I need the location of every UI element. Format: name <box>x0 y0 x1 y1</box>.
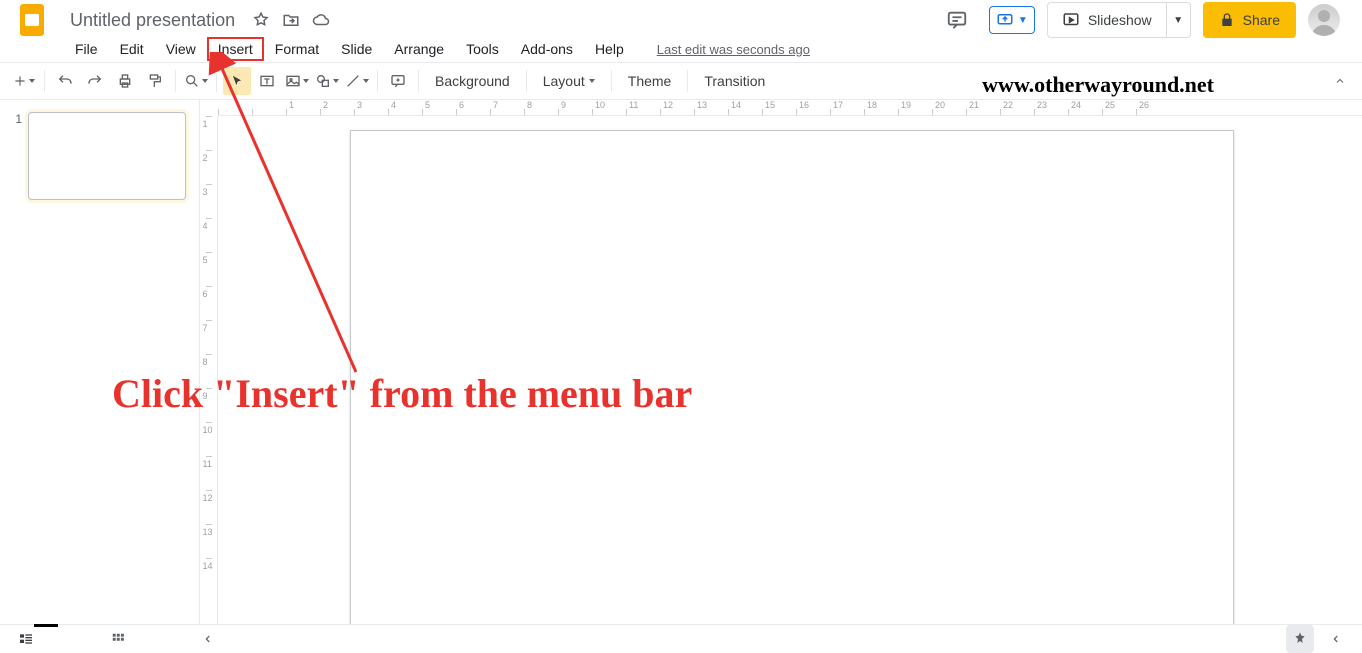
line-tool[interactable] <box>343 67 371 95</box>
menu-edit[interactable]: Edit <box>109 37 155 61</box>
menu-addons[interactable]: Add-ons <box>510 37 584 61</box>
account-avatar[interactable] <box>1308 4 1340 36</box>
undo-button[interactable] <box>51 67 79 95</box>
slideshow-button[interactable]: Slideshow <box>1048 3 1166 37</box>
menu-format[interactable]: Format <box>264 37 330 61</box>
slideshow-dropdown[interactable]: ▼ <box>1166 3 1190 37</box>
paint-format-button[interactable] <box>141 67 169 95</box>
present-to-meeting-button[interactable]: ▼ <box>989 6 1035 34</box>
comment-button[interactable] <box>384 67 412 95</box>
share-button[interactable]: Share <box>1203 2 1296 38</box>
document-title[interactable]: Untitled presentation <box>64 8 241 33</box>
star-icon[interactable] <box>251 10 271 30</box>
filmstrip-view-icon[interactable] <box>10 627 42 651</box>
slide-thumbnail-panel: 1 <box>0 100 200 624</box>
layout-button[interactable]: Layout <box>533 67 605 95</box>
panel-collapse-left-icon[interactable] <box>192 627 224 651</box>
move-to-folder-icon[interactable] <box>281 10 301 30</box>
slideshow-label: Slideshow <box>1088 12 1152 28</box>
collapse-toolbar-icon[interactable] <box>1328 69 1352 93</box>
new-slide-button[interactable] <box>10 67 38 95</box>
vertical-ruler: 1234567891011121314 <box>200 116 218 624</box>
slides-app-icon[interactable] <box>14 2 50 38</box>
print-button[interactable] <box>111 67 139 95</box>
background-button[interactable]: Background <box>425 67 520 95</box>
menu-insert[interactable]: Insert <box>207 37 264 61</box>
slide-canvas-area[interactable]: 1234567891011121314151617181920212223242… <box>200 100 1362 624</box>
select-tool[interactable] <box>223 67 251 95</box>
menu-slide[interactable]: Slide <box>330 37 383 61</box>
slide-thumbnail-1[interactable] <box>28 112 186 200</box>
menu-view[interactable]: View <box>155 37 207 61</box>
zoom-button[interactable] <box>182 67 210 95</box>
cloud-status-icon[interactable] <box>311 10 331 30</box>
thumb-number: 1 <box>8 112 22 200</box>
share-label: Share <box>1243 12 1280 28</box>
shape-tool[interactable] <box>313 67 341 95</box>
theme-button[interactable]: Theme <box>618 67 682 95</box>
horizontal-ruler: 1234567891011121314151617181920212223242… <box>218 100 1362 116</box>
image-tool[interactable] <box>283 67 311 95</box>
menu-arrange[interactable]: Arrange <box>383 37 455 61</box>
menu-help[interactable]: Help <box>584 37 635 61</box>
grid-view-icon[interactable] <box>102 627 134 651</box>
menu-file[interactable]: File <box>64 37 109 61</box>
explore-button[interactable] <box>1286 625 1314 653</box>
menu-tools[interactable]: Tools <box>455 37 510 61</box>
textbox-tool[interactable] <box>253 67 281 95</box>
slide-stage[interactable] <box>350 130 1234 626</box>
redo-button[interactable] <box>81 67 109 95</box>
transition-button[interactable]: Transition <box>694 67 775 95</box>
comments-icon[interactable] <box>937 0 977 40</box>
panel-collapse-right-icon[interactable] <box>1320 627 1352 651</box>
last-edit-link[interactable]: Last edit was seconds ago <box>657 42 810 57</box>
